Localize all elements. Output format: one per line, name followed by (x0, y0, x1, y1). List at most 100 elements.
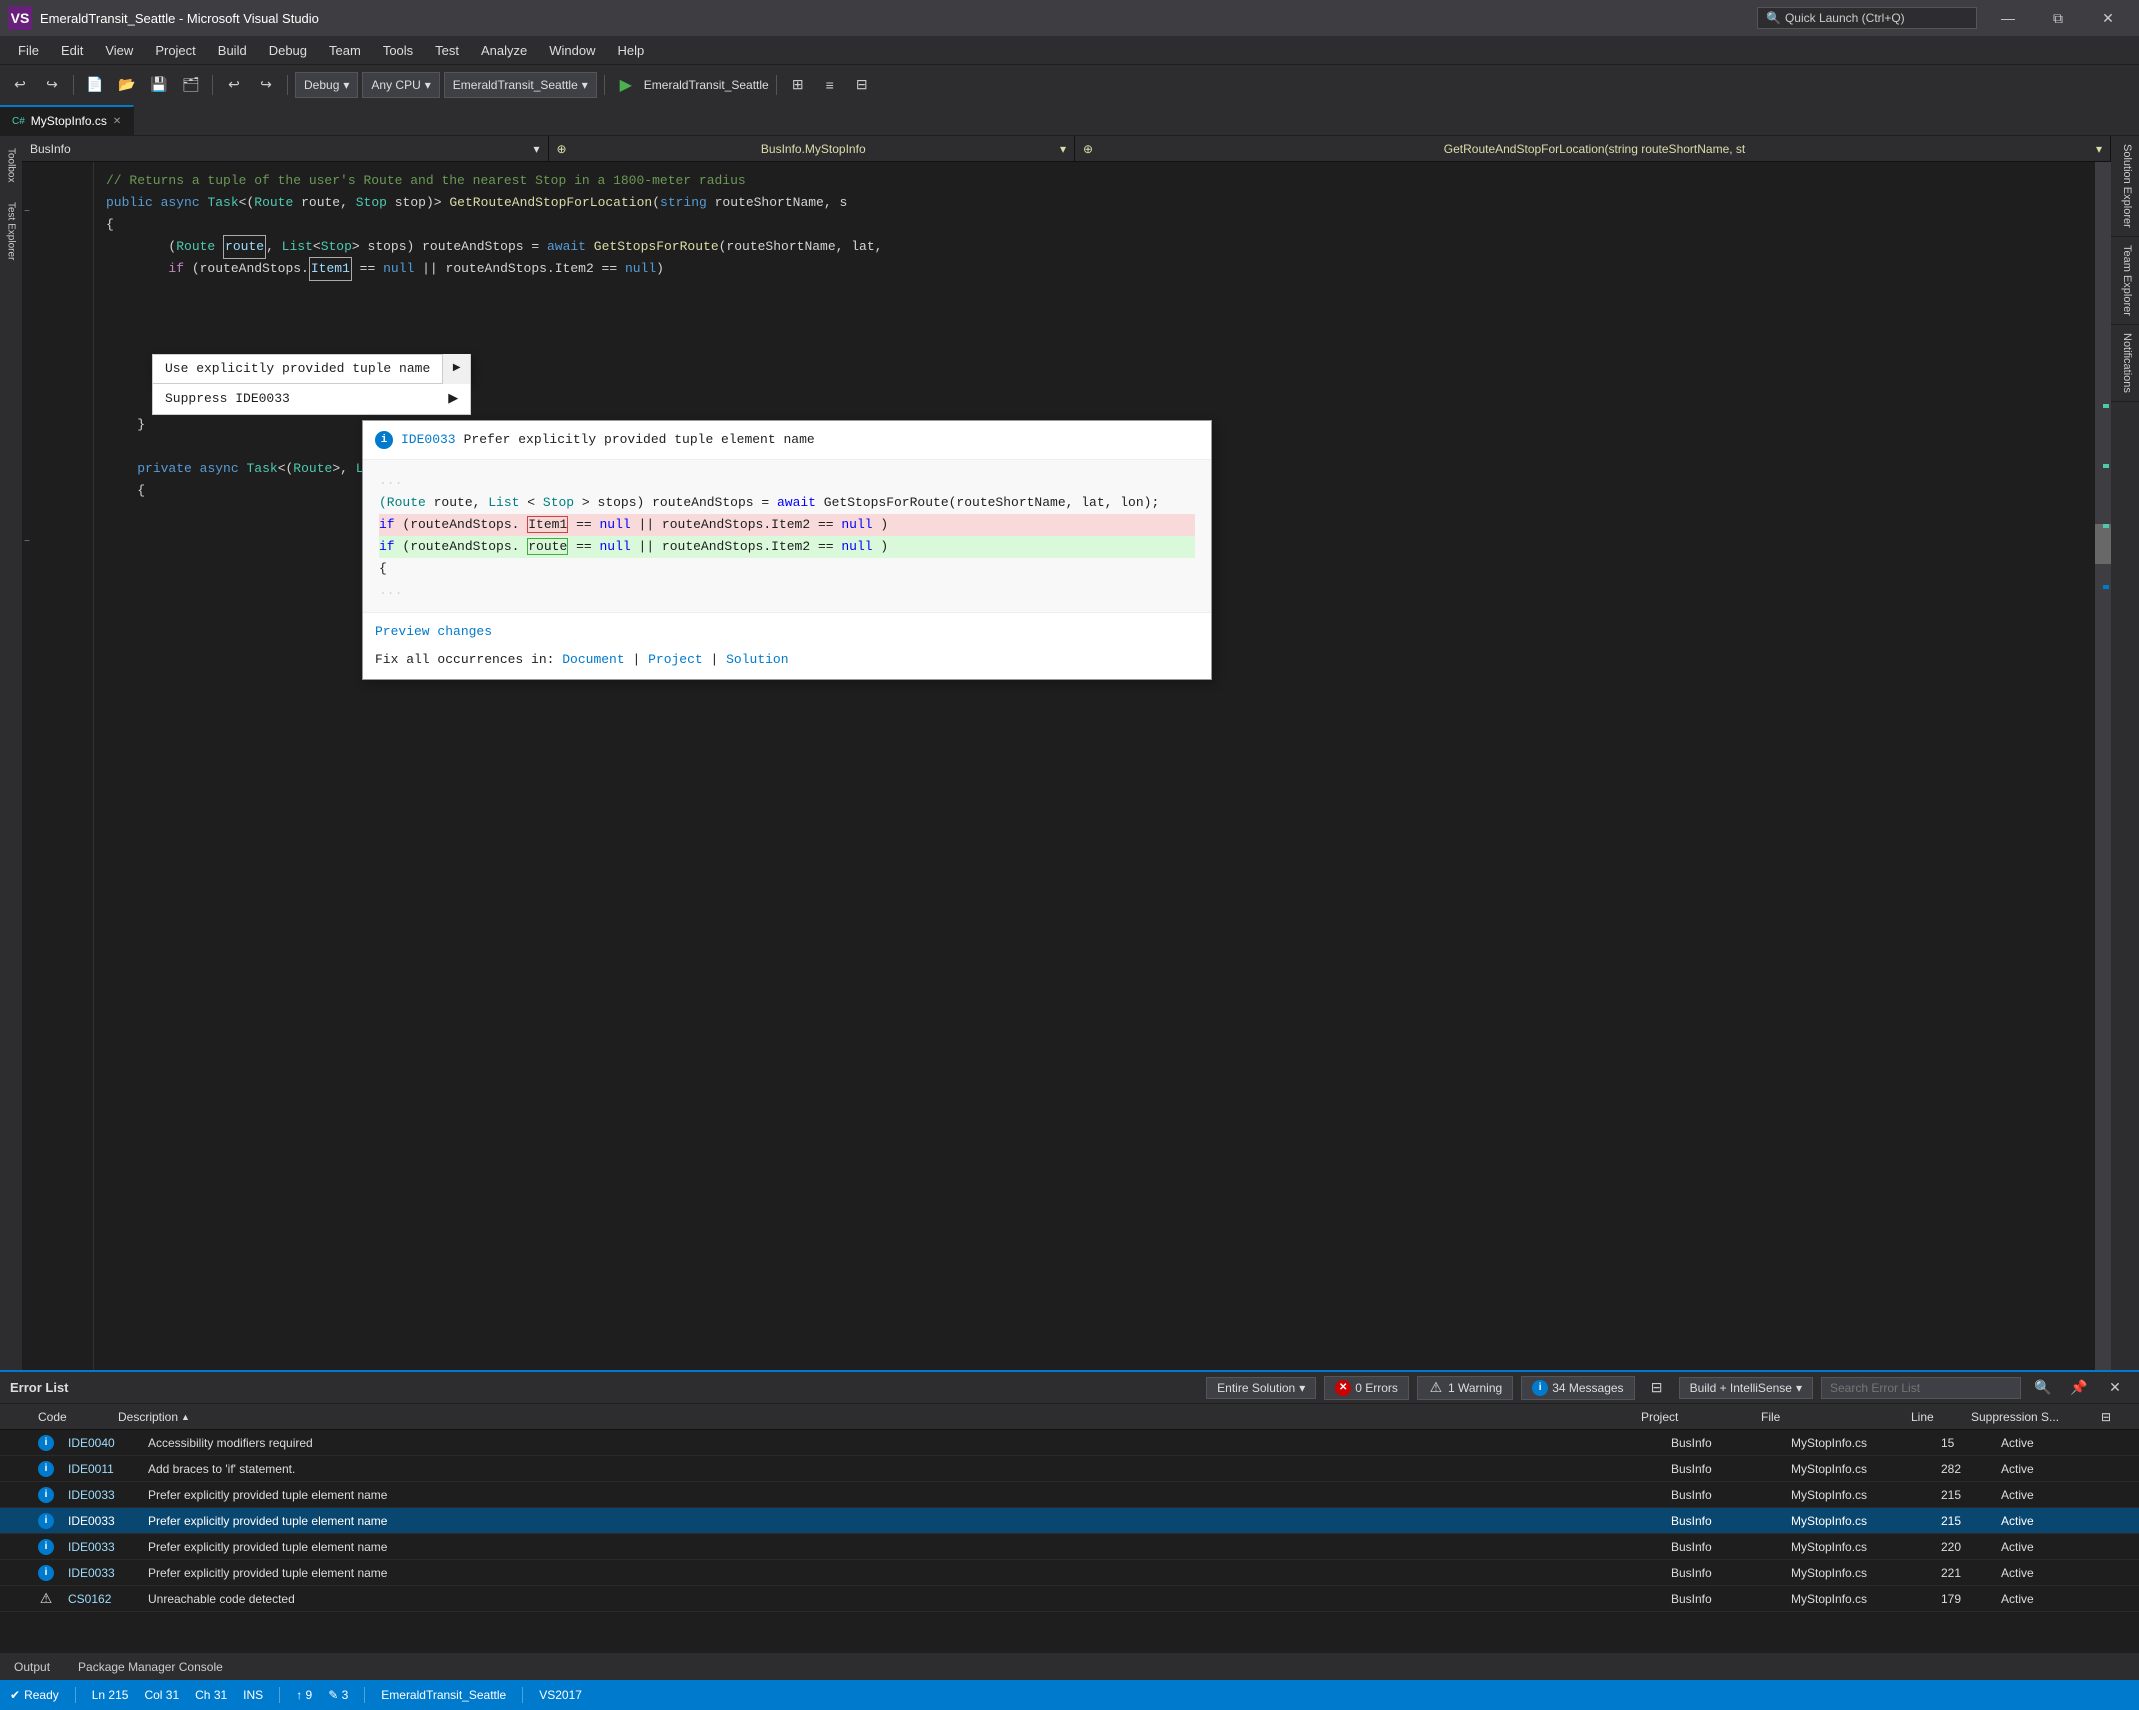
row-icon: i (38, 1461, 68, 1477)
tab-filename: MyStopInfo.cs (31, 114, 107, 128)
menu-analyze[interactable]: Analyze (471, 39, 537, 62)
lightbulb-expand-arrow[interactable]: ▶ (442, 354, 470, 384)
redo-button[interactable]: ↪ (252, 71, 280, 99)
run-button[interactable]: ▶ (612, 71, 640, 99)
editor-vertical-scrollbar[interactable] (2095, 162, 2111, 1370)
fix-project-link[interactable]: Project (648, 652, 703, 667)
forward-button[interactable]: ↪ (38, 71, 66, 99)
scrollbar-thumb[interactable] (2095, 524, 2111, 564)
toolbar-extra-3[interactable]: ⊟ (848, 71, 876, 99)
editor-tab-mystopinfo[interactable]: C# MyStopInfo.cs ✕ (0, 105, 134, 135)
status-sep-1 (75, 1687, 76, 1703)
undo-button[interactable]: ↩ (220, 71, 248, 99)
scroll-marker-2 (2103, 464, 2109, 468)
row-icon: i (38, 1565, 68, 1581)
menu-view[interactable]: View (95, 39, 143, 62)
toolbar-extra-2[interactable]: ≡ (816, 71, 844, 99)
build-config-dropdown[interactable]: Build + IntelliSense ▾ (1679, 1377, 1813, 1399)
menu-help[interactable]: Help (608, 39, 655, 62)
row-warn-icon: ⚠ (38, 1591, 54, 1607)
menu-bar: File Edit View Project Build Debug Team … (0, 36, 2139, 64)
error-list-search[interactable] (1821, 1377, 2021, 1399)
package-manager-tab[interactable]: Package Manager Console (64, 1653, 237, 1681)
fix-solution-link[interactable]: Solution (726, 652, 788, 667)
preview-changes-link[interactable]: Preview changes (375, 624, 492, 639)
col-desc[interactable]: Description ▲ (118, 1410, 1641, 1424)
minimize-button[interactable]: — (1985, 0, 2031, 36)
scope-dropdown[interactable]: Entire Solution ▾ (1206, 1377, 1316, 1399)
menu-edit[interactable]: Edit (51, 39, 93, 62)
menu-debug[interactable]: Debug (259, 39, 317, 62)
lightbulb-menu: Use explicitly provided tuple name ▶ Sup… (152, 354, 471, 415)
member-nav-dropdown[interactable]: ⊕ BusInfo.MyStopInfo ▾ (549, 136, 1076, 161)
toolbar-extra-1[interactable]: ⊞ (784, 71, 812, 99)
table-row[interactable]: i IDE0040 Accessibility modifiers requir… (0, 1430, 2139, 1456)
menu-team[interactable]: Team (319, 39, 371, 62)
project-dropdown[interactable]: EmeraldTransit_Seattle ▾ (444, 72, 597, 98)
menu-tools[interactable]: Tools (373, 39, 423, 62)
code-area[interactable]: // Returns a tuple of the user's Route a… (94, 162, 2095, 1370)
menu-build[interactable]: Build (208, 39, 257, 62)
tab-close-button[interactable]: ✕ (113, 116, 121, 127)
open-file-button[interactable]: 📂 (113, 71, 141, 99)
row-file: MyStopInfo.cs (1791, 1514, 1941, 1528)
fix-document-link[interactable]: Document (562, 652, 624, 667)
col-line[interactable]: Line (1911, 1410, 1971, 1424)
class-nav-dropdown[interactable]: BusInfo ▾ (22, 136, 549, 161)
output-tab[interactable]: Output (0, 1653, 64, 1681)
col-file[interactable]: File (1761, 1410, 1911, 1424)
messages-filter-button[interactable]: i 34 Messages (1521, 1376, 1634, 1400)
lightbulb-suppress-item[interactable]: Suppress IDE0033 ▶ (152, 384, 471, 415)
test-explorer-label[interactable]: Test Explorer (2, 194, 21, 268)
col-code[interactable]: Code (38, 1410, 118, 1424)
menu-test[interactable]: Test (425, 39, 469, 62)
table-row[interactable]: i IDE0033 Prefer explicitly provided tup… (0, 1560, 2139, 1586)
row-file: MyStopInfo.cs (1791, 1592, 1941, 1606)
code-nav-header: BusInfo ▾ ⊕ BusInfo.MyStopInfo ▾ ⊕ GetRo… (22, 136, 2111, 162)
table-row[interactable]: i IDE0011 Add braces to 'if' statement. … (0, 1456, 2139, 1482)
row-file: MyStopInfo.cs (1791, 1462, 1941, 1476)
table-row[interactable]: i IDE0033 Prefer explicitly provided tup… (0, 1534, 2139, 1560)
new-file-button[interactable]: 📄 (81, 71, 109, 99)
collapse-icon-1[interactable]: − (24, 202, 30, 224)
menu-project[interactable]: Project (145, 39, 205, 62)
warning-icon: ⚠ (1428, 1380, 1444, 1396)
status-project[interactable]: EmeraldTransit_Seattle (381, 1688, 506, 1702)
debug-config-dropdown[interactable]: Debug ▾ (295, 72, 358, 98)
filter-button[interactable]: ⊟ (1643, 1374, 1671, 1402)
platform-dropdown[interactable]: Any CPU ▾ (362, 72, 439, 98)
restore-button[interactable]: ⧉ (2035, 0, 2081, 36)
close-panel-button[interactable]: ✕ (2101, 1374, 2129, 1402)
menu-window[interactable]: Window (539, 39, 605, 62)
col-filter[interactable]: ⊟ (2101, 1410, 2131, 1424)
row-line: 220 (1941, 1540, 2001, 1554)
lightbulb-main-label[interactable]: Use explicitly provided tuple name (153, 358, 442, 380)
warnings-filter-button[interactable]: ⚠ 1 Warning (1417, 1376, 1513, 1400)
col-suppression[interactable]: Suppression S... (1971, 1410, 2101, 1424)
error-search-button[interactable]: 🔍 (2029, 1374, 2057, 1402)
col-project[interactable]: Project (1641, 1410, 1761, 1424)
notifications-tab[interactable]: Notifications (2111, 325, 2139, 402)
table-row[interactable]: ⚠ CS0162 Unreachable code detected BusIn… (0, 1586, 2139, 1612)
errors-filter-button[interactable]: ✕ 0 Errors (1324, 1376, 1409, 1400)
error-list-header: Error List Entire Solution ▾ ✕ 0 Errors … (0, 1372, 2139, 1404)
close-button[interactable]: ✕ (2085, 0, 2131, 36)
back-button[interactable]: ↩ (6, 71, 34, 99)
row-code: IDE0033 (68, 1488, 148, 1502)
save-button[interactable]: 💾 (145, 71, 173, 99)
quick-launch-box[interactable]: 🔍 Quick Launch (Ctrl+Q) (1757, 7, 1977, 29)
row-code: IDE0033 (68, 1566, 148, 1580)
team-explorer-tab[interactable]: Team Explorer (2111, 237, 2139, 325)
menu-file[interactable]: File (8, 39, 49, 62)
code-line-4: ( Route route , List < Stop > stops) rou… (106, 236, 2083, 258)
table-row[interactable]: i IDE0033 Prefer explicitly provided tup… (0, 1508, 2139, 1534)
solution-explorer-tab[interactable]: Solution Explorer (2111, 136, 2139, 237)
editor-container: BusInfo ▾ ⊕ BusInfo.MyStopInfo ▾ ⊕ GetRo… (22, 136, 2111, 1370)
save-all-button[interactable]: 🗂 (177, 71, 205, 99)
pin-button[interactable]: 📌 (2065, 1374, 2093, 1402)
collapse-icon-2[interactable]: − (24, 532, 30, 554)
toolbox-label[interactable]: Toolbox (2, 140, 21, 190)
method-nav-dropdown[interactable]: ⊕ GetRouteAndStopForLocation(string rout… (1075, 136, 2111, 161)
table-row[interactable]: i IDE0033 Prefer explicitly provided tup… (0, 1482, 2139, 1508)
main-area: Toolbox Test Explorer BusInfo ▾ ⊕ BusInf… (0, 136, 2139, 1370)
